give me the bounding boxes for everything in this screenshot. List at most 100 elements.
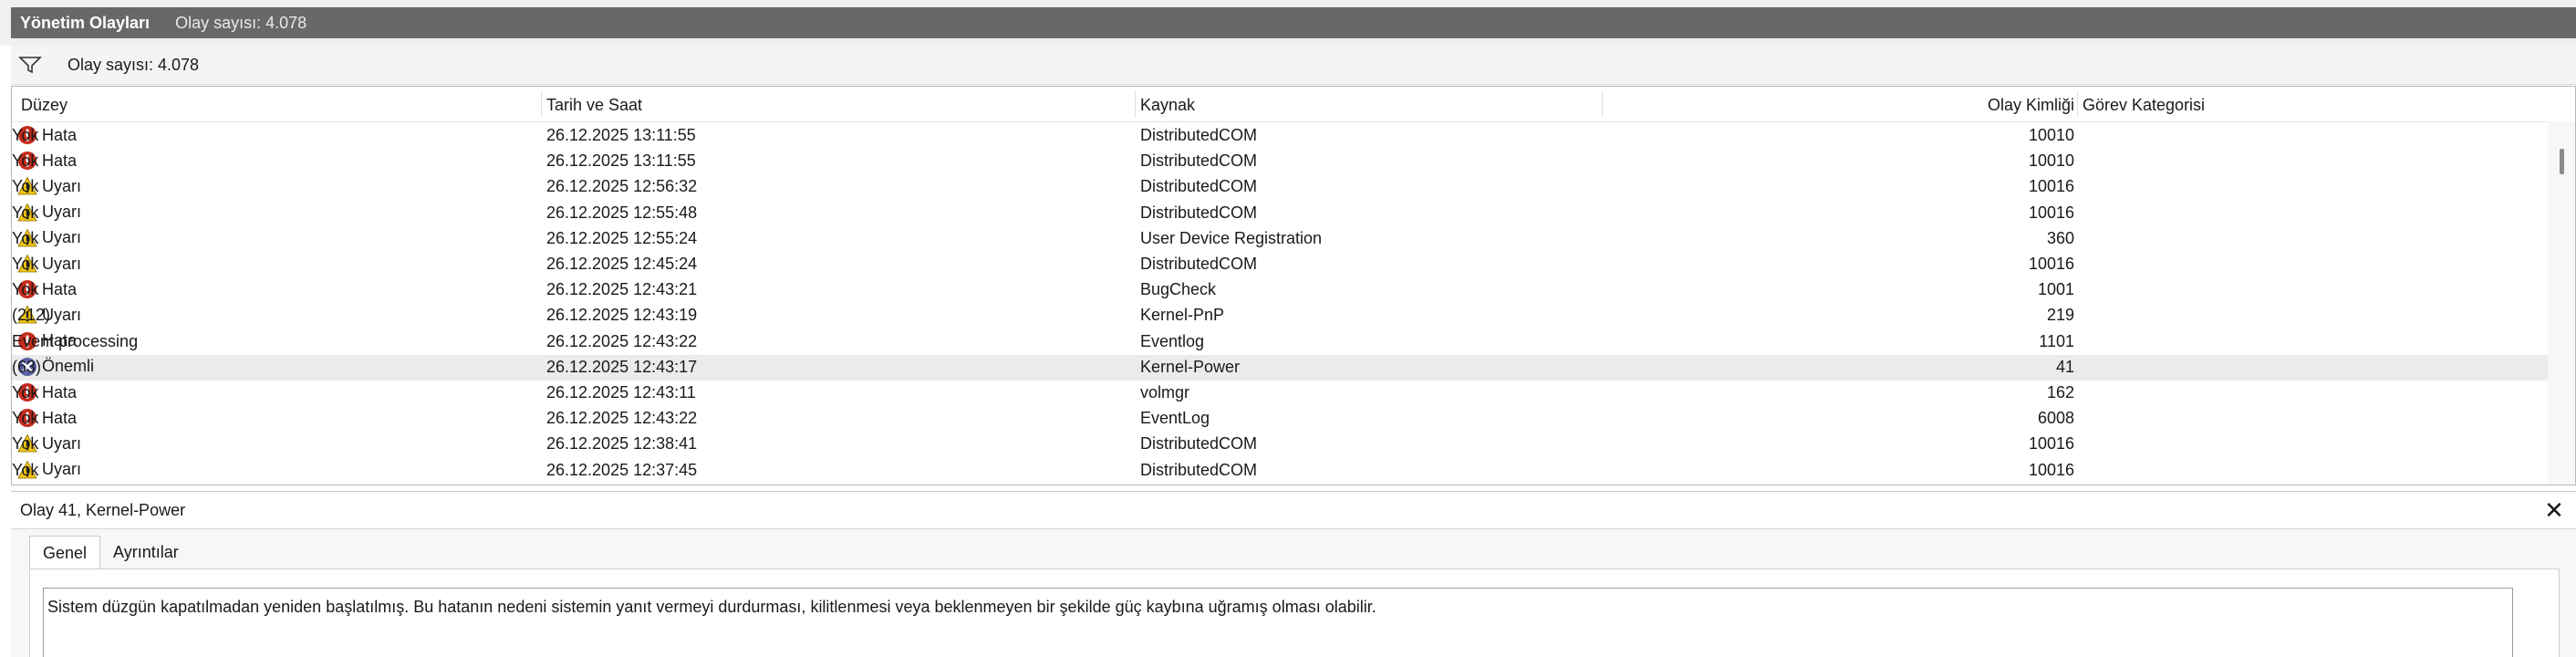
table-header: Düzey Tarih ve Saat Kaynak Olay Kimliği …: [12, 87, 2575, 122]
date-cell: 26.12.2025 12:38:41: [546, 434, 698, 454]
event-id-cell: 41: [2055, 357, 2074, 376]
column-divider[interactable]: [1135, 90, 1136, 118]
vertical-scrollbar[interactable]: [2548, 121, 2575, 485]
level-text: Önemli: [42, 357, 95, 376]
level-text: Hata: [42, 151, 78, 170]
level-text: Uyarı: [42, 203, 82, 222]
source-cell: DistributedCOM: [1140, 460, 1258, 479]
table-row[interactable]: Hata 26.12.2025 12:43:22 Eventlog 1101 Event…: [12, 329, 2548, 355]
date-cell: 26.12.2025 12:43:22: [546, 331, 698, 350]
level-text: Uyarı: [42, 254, 82, 273]
source-cell: Kernel-Power: [1140, 357, 1241, 376]
task-category-cell: Yok: [12, 460, 39, 479]
source-cell: DistributedCOM: [1140, 434, 1258, 454]
level-text: Uyarı: [42, 228, 82, 247]
task-category-cell: Yok: [12, 228, 39, 247]
table-row[interactable]: Önemli 26.12.2025 12:43:17 Kernel-Power 41 (…: [12, 354, 2548, 381]
column-header-task-category[interactable]: Görev Kategorisi: [2083, 96, 2205, 115]
level-text: Hata: [42, 382, 78, 402]
task-category-cell: Yok: [12, 409, 39, 428]
event-description[interactable]: Sistem düzgün kapatılmadan yeniden başla…: [43, 588, 2513, 657]
table-row[interactable]: Uyarı 26.12.2025 12:43:19 Kernel-PnP 219 (21…: [12, 303, 2548, 328]
event-id-cell: 10016: [2028, 255, 2074, 273]
event-id-cell: 1001: [2037, 280, 2074, 299]
tab-details[interactable]: Ayrıntılar: [100, 536, 192, 568]
task-category-cell: Yok: [12, 151, 39, 171]
table-row[interactable]: Uyarı 26.12.2025 12:37:45 DistributedCOM 10…: [12, 458, 2548, 484]
level-text: Hata: [42, 125, 78, 144]
date-cell: 26.12.2025 12:45:24: [546, 255, 698, 273]
level-text: Hata: [42, 279, 78, 298]
task-category-cell: Yok: [12, 203, 39, 222]
close-button[interactable]: ✕: [2541, 497, 2567, 523]
event-id-cell: 360: [2046, 228, 2074, 247]
table-row[interactable]: Uyarı 26.12.2025 12:55:48 DistributedCOM 10…: [12, 201, 2548, 226]
date-cell: 26.12.2025 12:55:48: [546, 203, 698, 222]
date-cell: 26.12.2025 12:43:17: [546, 357, 698, 376]
window-title-bar: Yönetim Olayları Olay sayısı: 4.078: [0, 0, 2576, 46]
detail-tabs: Genel Ayrıntılar: [29, 536, 192, 568]
source-cell: DistributedCOM: [1140, 255, 1258, 273]
view-title: Yönetim Olayları: [20, 13, 151, 32]
source-cell: volmgr: [1140, 383, 1190, 402]
task-category-cell: (63): [12, 357, 42, 376]
event-id-cell: 162: [2046, 383, 2074, 402]
source-cell: BugCheck: [1140, 280, 1217, 299]
event-detail-pane: Olay 41, Kernel-Power ✕ Genel Ayrıntılar…: [11, 491, 2576, 657]
source-cell: User Device Registration: [1140, 228, 1323, 247]
task-category-cell: Yok: [12, 434, 39, 454]
general-tab-panel: Sistem düzgün kapatılmadan yeniden başla…: [29, 568, 2560, 657]
table-row[interactable]: Hata 26.12.2025 12:43:11 volmgr 162 Yok: [12, 381, 2548, 406]
source-cell: DistributedCOM: [1140, 177, 1258, 196]
date-cell: 26.12.2025 12:55:24: [546, 228, 698, 247]
table-row[interactable]: Uyarı 26.12.2025 12:56:32 DistributedCOM 10…: [12, 174, 2548, 200]
table-row[interactable]: Uyarı 26.12.2025 12:55:24 User Device Regi…: [12, 226, 2548, 252]
level-text: Uyarı: [42, 176, 82, 195]
filter-bar: Olay sayısı: 4.078: [11, 46, 2576, 85]
task-category-cell: (212): [12, 306, 51, 325]
table-row[interactable]: Uyarı 26.12.2025 12:38:41 DistributedCOM 10…: [12, 432, 2548, 457]
column-header-event-id[interactable]: Olay Kimliği: [1563, 96, 2074, 115]
table-row[interactable]: Hata 26.12.2025 13:11:55 DistributedCOM 100…: [12, 123, 2548, 149]
task-category-cell: Event processing: [12, 331, 139, 350]
table-row[interactable]: Hata 26.12.2025 13:11:55 DistributedCOM 100…: [12, 149, 2548, 174]
date-cell: 26.12.2025 12:43:21: [546, 280, 698, 299]
column-divider[interactable]: [2077, 90, 2078, 118]
table-row[interactable]: Hata 26.12.2025 12:43:22 EventLog 6008 Yok: [12, 406, 2548, 432]
column-divider[interactable]: [1602, 90, 1603, 118]
column-divider[interactable]: [541, 90, 542, 118]
date-cell: 26.12.2025 12:43:22: [546, 409, 698, 428]
column-header-date[interactable]: Tarih ve Saat: [546, 96, 642, 115]
event-id-cell: 10016: [2028, 203, 2074, 222]
source-cell: DistributedCOM: [1140, 203, 1258, 222]
tab-general[interactable]: Genel: [29, 536, 101, 568]
source-cell: DistributedCOM: [1140, 126, 1258, 144]
table-row[interactable]: Hata 26.12.2025 12:43:21 BugCheck 1001 Yok: [12, 277, 2548, 303]
event-id-cell: 10010: [2028, 151, 2074, 171]
level-text: Hata: [42, 408, 78, 427]
scrollbar-thumb[interactable]: [2560, 149, 2564, 174]
level-text: Uyarı: [42, 433, 82, 453]
event-id-cell: 10016: [2028, 460, 2074, 479]
task-category-cell: Yok: [12, 255, 39, 273]
task-category-cell: Yok: [12, 280, 39, 299]
date-cell: 26.12.2025 12:56:32: [546, 177, 698, 196]
column-header-source[interactable]: Kaynak: [1140, 96, 1195, 115]
filter-icon[interactable]: [18, 55, 42, 75]
date-cell: 26.12.2025 13:11:55: [546, 126, 696, 144]
view-subtitle: Olay sayısı: 4.078: [175, 13, 307, 32]
events-table[interactable]: Düzey Tarih ve Saat Kaynak Olay Kimliği …: [11, 86, 2576, 485]
table-row[interactable]: Uyarı 26.12.2025 12:45:24 DistributedCOM 10…: [12, 252, 2548, 277]
date-cell: 26.12.2025 13:11:55: [546, 151, 696, 171]
event-id-cell: 10016: [2028, 177, 2074, 196]
event-id-cell: 1101: [2039, 331, 2074, 350]
source-cell: EventLog: [1140, 409, 1210, 428]
source-cell: DistributedCOM: [1140, 151, 1258, 171]
date-cell: 26.12.2025 12:37:45: [546, 460, 698, 479]
column-header-level[interactable]: Düzey: [21, 96, 68, 115]
source-cell: Eventlog: [1140, 331, 1205, 350]
event-count: Olay sayısı: 4.078: [68, 55, 200, 74]
task-category-cell: Yok: [12, 383, 39, 402]
detail-title: Olay 41, Kernel-Power: [20, 500, 186, 519]
detail-header: Olay 41, Kernel-Power ✕: [11, 492, 2576, 529]
